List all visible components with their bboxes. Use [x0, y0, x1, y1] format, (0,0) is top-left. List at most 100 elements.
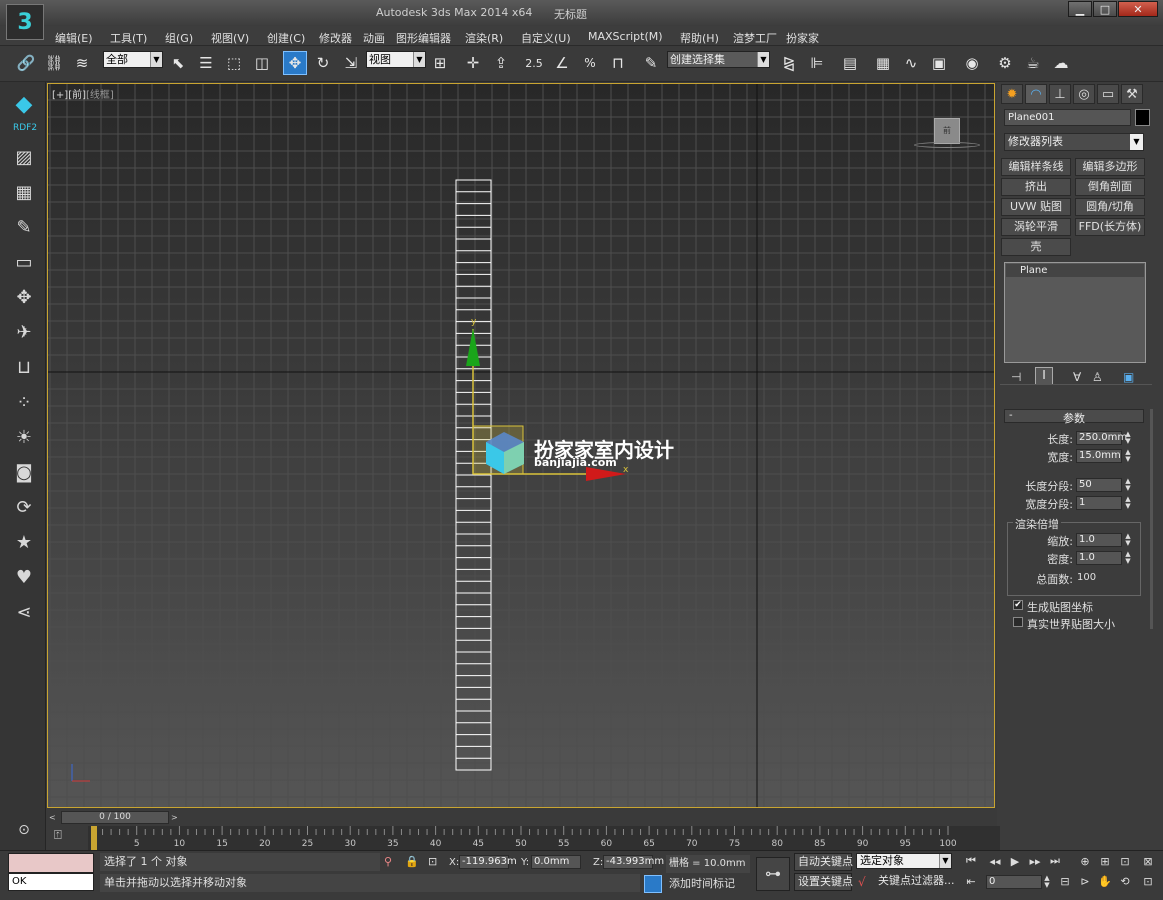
back-icon[interactable]: ⊙ — [12, 818, 36, 842]
pan-view-icon[interactable]: ✋ — [1097, 873, 1113, 889]
select-manipulate-icon[interactable]: ✛ — [461, 51, 485, 75]
spinner-arrows-icon[interactable]: ▲ ▼ — [1043, 875, 1051, 889]
sun-icon[interactable]: ☀ — [12, 425, 36, 449]
zoom-extents-all-icon[interactable]: ⊠ — [1140, 853, 1156, 869]
selection-filter-dropdown[interactable]: 全部 ▼ — [103, 51, 163, 68]
key-mode-dropdown[interactable]: 选定对象 ▼ — [856, 853, 952, 869]
modifier-button-3[interactable]: 倒角剖面 — [1075, 178, 1145, 196]
maximize-viewport-icon[interactable]: ⊡ — [1140, 873, 1156, 889]
bind-spacewarp-icon[interactable]: ≋ — [70, 51, 94, 75]
percent-snap-icon[interactable]: % — [578, 51, 602, 75]
menu-item-3[interactable]: 视图(V) — [211, 30, 249, 46]
go-to-end-icon[interactable]: ⏭ — [1047, 853, 1063, 869]
set-key-button[interactable]: 设置关键点 — [794, 873, 853, 891]
layer-manager-icon[interactable]: ▤ — [838, 51, 862, 75]
menu-item-9[interactable]: 自定义(U) — [521, 30, 571, 46]
y-coord-field[interactable]: 0.0mm — [531, 855, 581, 869]
monitor-icon[interactable]: ▭ — [12, 250, 36, 274]
menu-item-0[interactable]: 编辑(E) — [55, 30, 93, 46]
spinner-arrows-icon[interactable]: ▲ ▼ — [1124, 478, 1132, 492]
menu-item-12[interactable]: 渲梦工厂 — [733, 30, 777, 46]
configure-sets-icon[interactable]: ▣ — [1123, 370, 1134, 384]
named-selection-set-dropdown[interactable]: 创建选择集 ▼ — [667, 51, 770, 68]
gen-mapping-checkbox[interactable]: ✔ — [1013, 600, 1023, 610]
star-icon[interactable]: ★ — [12, 530, 36, 554]
material-editor-icon[interactable]: ◉ — [960, 51, 984, 75]
menu-item-6[interactable]: 动画 — [363, 30, 385, 46]
rollout-params-header[interactable]: - 参数 — [1004, 409, 1144, 425]
menu-item-7[interactable]: 图形编辑器 — [396, 30, 451, 46]
go-to-start-icon[interactable]: ⏮ — [963, 853, 979, 869]
object-color-swatch[interactable] — [1135, 109, 1150, 126]
time-slider-thumb[interactable]: 0 / 100 — [61, 811, 169, 824]
length-segs-spinner[interactable]: 50 — [1076, 478, 1122, 492]
maxscript-listener-input[interactable] — [8, 853, 94, 873]
spinner-arrows-icon[interactable]: ▲ ▼ — [1124, 431, 1132, 445]
panel-scrollbar[interactable] — [1150, 409, 1153, 629]
menu-item-10[interactable]: MAXScript(M) — [588, 30, 663, 43]
modifier-button-6[interactable]: 涡轮平滑 — [1001, 218, 1071, 236]
current-frame-field[interactable]: 0 — [986, 875, 1042, 889]
x-coord-field[interactable]: -119.963m — [459, 855, 517, 869]
auto-key-button[interactable]: 自动关键点 — [794, 853, 853, 871]
link-icon[interactable]: 🔗 — [14, 51, 38, 75]
render-setup-icon[interactable]: ⚙ — [993, 51, 1017, 75]
viewcube-ring[interactable] — [914, 142, 980, 148]
key-filters-button[interactable]: 关键点过滤器... — [875, 873, 955, 891]
refresh-icon[interactable]: ⟳ — [12, 495, 36, 519]
play-icon[interactable]: ▶ — [1007, 853, 1023, 869]
curve-editor-icon[interactable]: ∿ — [899, 51, 923, 75]
select-scale-icon[interactable]: ⇲ — [339, 51, 363, 75]
select-move-icon[interactable]: ✥ — [283, 51, 307, 75]
modifier-button-0[interactable]: 编辑样条线 — [1001, 158, 1071, 176]
mirror-icon[interactable]: ⧎ — [777, 51, 801, 75]
add-time-tag-icon[interactable] — [644, 875, 662, 893]
scale-spinner[interactable]: 1.0 — [1076, 533, 1122, 547]
image-icon[interactable]: ▨ — [12, 145, 36, 169]
zoom-extents-icon[interactable]: ⊡ — [1117, 853, 1133, 869]
menu-item-2[interactable]: 组(G) — [165, 30, 193, 46]
spinner-arrows-icon[interactable]: ▲ ▼ — [1124, 533, 1132, 547]
share-icon[interactable]: ⋖ — [12, 600, 36, 624]
zoom-all-icon[interactable]: ⊞ — [1097, 853, 1113, 869]
window-crossing-icon[interactable]: ◫ — [250, 51, 274, 75]
selection-lock-icon[interactable]: 🔒 — [405, 855, 419, 868]
spinner-arrows-icon[interactable]: ▲ ▼ — [1124, 496, 1132, 510]
spinner-arrows-icon[interactable]: ▲ ▼ — [1124, 449, 1132, 463]
modifier-button-8[interactable]: 壳 — [1001, 238, 1071, 256]
key-mode-toggle-icon[interactable]: ⇤ — [963, 873, 979, 889]
align-icon[interactable]: ⊫ — [805, 51, 829, 75]
zoom-icon[interactable]: ⊕ — [1077, 853, 1093, 869]
modifier-stack[interactable]: Plane — [1004, 262, 1146, 363]
menu-item-13[interactable]: 扮家家 — [786, 30, 819, 46]
edit-icon[interactable]: ✎ — [12, 215, 36, 239]
maxscript-output[interactable]: OK — [8, 873, 94, 891]
next-frame-arrow-icon[interactable]: > — [171, 811, 181, 824]
real-world-checkbox[interactable] — [1013, 617, 1023, 627]
viewport-menu-plus[interactable]: [+] — [52, 90, 68, 101]
grid-icon[interactable]: ▦ — [12, 180, 36, 204]
make-unique-icon[interactable]: ∀ — [1073, 370, 1081, 384]
unlink-icon[interactable]: ⛓ — [42, 51, 66, 75]
tab-utilities[interactable]: ⚒ — [1121, 84, 1143, 104]
keyboard-shortcut-icon[interactable]: ⇪ — [489, 51, 513, 75]
move-icon[interactable]: ✥ — [12, 285, 36, 309]
schematic-view-icon[interactable]: ▣ — [927, 51, 951, 75]
absolute-mode-icon[interactable]: ⊡ — [428, 855, 437, 868]
snap-toggle-icon[interactable]: 2.5 — [522, 51, 546, 75]
modifier-button-5[interactable]: 圆角/切角 — [1075, 198, 1145, 216]
modifier-button-1[interactable]: 编辑多边形 — [1075, 158, 1145, 176]
next-frame-icon[interactable]: ▸▸ — [1027, 853, 1043, 869]
pivot-center-icon[interactable]: ⊞ — [428, 51, 452, 75]
tab-modify[interactable]: ◠ — [1025, 84, 1047, 104]
viewport-canvas[interactable]: yx — [48, 84, 995, 808]
spinner-snap-icon[interactable]: ⊓ — [606, 51, 630, 75]
selection-region-icon[interactable]: ⬚ — [222, 51, 246, 75]
remove-modifier-icon[interactable]: ♙ — [1092, 370, 1103, 384]
set-key-icon[interactable]: ⊶ — [756, 857, 790, 891]
stack-item-plane[interactable]: Plane — [1006, 264, 1144, 277]
maximize-button[interactable]: □ — [1093, 1, 1117, 17]
key-filter-icon[interactable]: √ — [858, 875, 866, 889]
rendered-frame-icon[interactable]: ☕ — [1021, 51, 1045, 75]
render-production-icon[interactable]: ☁ — [1049, 51, 1073, 75]
